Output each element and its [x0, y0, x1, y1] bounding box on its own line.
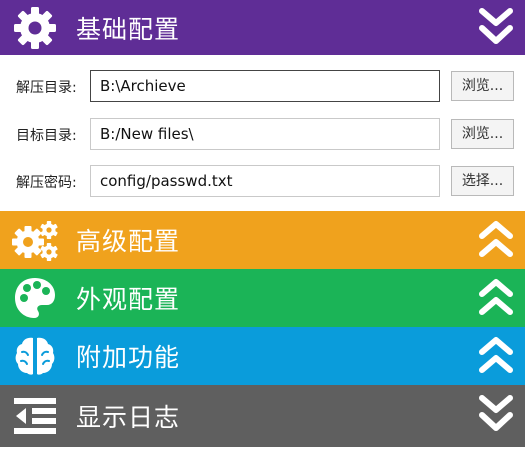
basic-config-form: 解压目录: B:\Archieve 浏览... 目标目录: B:/New fil… — [0, 55, 525, 211]
chevron-double-up-icon[interactable] — [479, 219, 513, 261]
palette-icon — [11, 274, 59, 322]
password-input[interactable]: config/passwd.txt — [90, 165, 440, 197]
target-dir-input[interactable]: B:/New files\ — [90, 118, 440, 150]
chevron-double-down-icon[interactable] — [479, 393, 513, 435]
target-dir-row: 目标目录: B:/New files\ 浏览... — [0, 118, 525, 152]
panel-header-addons[interactable]: 附加功能 — [0, 327, 525, 385]
panel-header-basic[interactable]: 基础配置 — [0, 0, 525, 55]
extract-dir-row: 解压目录: B:\Archieve 浏览... — [0, 70, 525, 104]
extract-dir-input[interactable]: B:\Archieve — [90, 70, 440, 102]
target-dir-browse-button[interactable]: 浏览... — [451, 119, 514, 149]
indent-list-icon — [11, 392, 59, 440]
panel-header-appearance[interactable]: 外观配置 — [0, 269, 525, 327]
extract-dir-label: 解压目录: — [16, 80, 77, 96]
panel-header-advanced[interactable]: 高级配置 — [0, 211, 525, 269]
panel-title-advanced: 高级配置 — [76, 227, 181, 256]
chevron-double-down-icon[interactable] — [479, 8, 513, 50]
password-select-button[interactable]: 选择... — [451, 166, 514, 196]
chevron-double-up-icon[interactable] — [479, 277, 513, 319]
password-label: 解压密码: — [16, 175, 77, 191]
panel-title-addons: 附加功能 — [76, 343, 181, 372]
panel-title-basic: 基础配置 — [76, 14, 181, 44]
gear-icon — [11, 4, 59, 52]
extract-dir-browse-button[interactable]: 浏览... — [451, 71, 514, 101]
panel-header-log[interactable]: 显示日志 — [0, 385, 525, 447]
gears-icon — [11, 216, 59, 264]
password-row: 解压密码: config/passwd.txt 选择... — [0, 165, 525, 199]
chevron-double-up-icon[interactable] — [479, 335, 513, 377]
target-dir-label: 目标目录: — [16, 128, 77, 144]
panel-title-appearance: 外观配置 — [76, 285, 181, 314]
brain-icon — [11, 332, 59, 380]
panel-title-log: 显示日志 — [76, 403, 181, 432]
